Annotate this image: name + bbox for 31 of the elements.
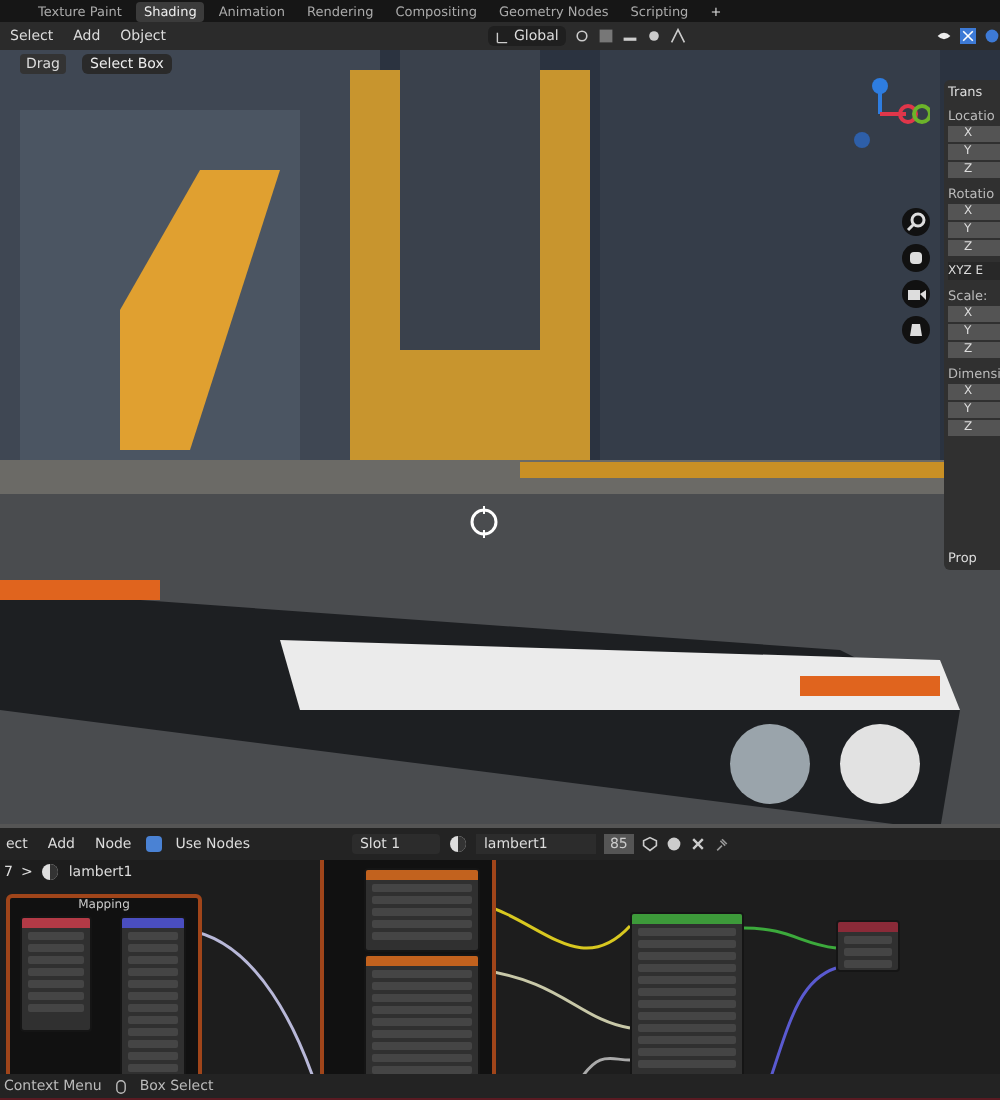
fake-user-icon[interactable] bbox=[641, 836, 658, 852]
close-icon[interactable] bbox=[689, 836, 706, 852]
node-wire bbox=[768, 966, 837, 1074]
node-wire bbox=[743, 926, 837, 950]
node-card[interactable] bbox=[836, 920, 900, 972]
node-card[interactable] bbox=[364, 954, 480, 1074]
mouse-icon[interactable] bbox=[113, 1077, 128, 1095]
duplicate-icon[interactable] bbox=[665, 836, 682, 852]
overlay-icon[interactable] bbox=[984, 28, 1000, 44]
zoom-icon[interactable] bbox=[902, 208, 930, 236]
snap-icon[interactable] bbox=[598, 28, 615, 44]
node-card[interactable] bbox=[20, 916, 92, 1032]
node-card[interactable] bbox=[364, 868, 480, 952]
pin-icon[interactable] bbox=[713, 836, 730, 852]
material-sphere-icon[interactable] bbox=[40, 862, 61, 882]
material-sphere-icon[interactable] bbox=[447, 834, 468, 854]
node-card[interactable] bbox=[630, 912, 744, 1074]
axis-gizmo-icon[interactable] bbox=[850, 74, 930, 154]
perspective-icon[interactable] bbox=[902, 316, 930, 344]
3d-cursor-icon[interactable] bbox=[468, 506, 500, 538]
visibility-icon[interactable] bbox=[936, 28, 952, 44]
node-card[interactable] bbox=[120, 916, 186, 1074]
axes-icon[interactable] bbox=[495, 29, 510, 43]
checkbox[interactable] bbox=[145, 836, 162, 852]
node-wire bbox=[578, 1056, 631, 1074]
camera-icon[interactable] bbox=[902, 280, 930, 308]
node-frame[interactable] bbox=[320, 860, 496, 1074]
pivot-icon[interactable] bbox=[574, 28, 591, 44]
gizmo-toggle-icon[interactable] bbox=[960, 28, 976, 44]
falloff-icon[interactable] bbox=[670, 28, 687, 44]
proportional-edit-icon[interactable] bbox=[646, 28, 663, 44]
